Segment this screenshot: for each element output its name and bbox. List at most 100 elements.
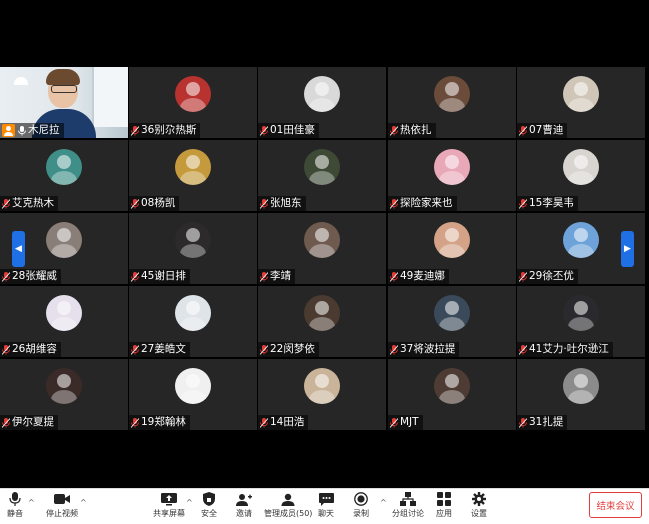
participant-tile[interactable]: 31扎提 [517, 359, 645, 430]
avatar [434, 368, 470, 404]
participant-tile[interactable]: 07曹迪 [517, 67, 645, 138]
participant-nameplate: 探险家来也 [388, 196, 457, 211]
participant-name: 22闵梦依 [270, 343, 315, 355]
muted-microphone-icon [2, 417, 10, 428]
participant-tile[interactable]: 08杨凯 [129, 140, 257, 211]
avatar [304, 368, 340, 404]
participant-tile[interactable]: 艾克热木 [0, 140, 128, 211]
muted-microphone-icon [390, 125, 398, 136]
avatar [175, 222, 211, 258]
participant-tile[interactable]: 伊尔夏提 [0, 359, 128, 430]
participant-name: 艾克热木 [12, 197, 54, 209]
host-icon [2, 124, 15, 137]
participant-tile[interactable]: 热依扎 [388, 67, 516, 138]
muted-microphone-icon [390, 344, 398, 355]
share-screen-label: 共享屏幕 [153, 509, 185, 518]
chat-button[interactable]: 聊天 [318, 492, 334, 519]
avatar [46, 368, 82, 404]
muted-microphone-icon [131, 271, 139, 282]
participant-tile[interactable]: MJT [388, 359, 516, 430]
participant-tile[interactable]: 49麦迪娜 [388, 213, 516, 284]
participant-nameplate: 张旭东 [258, 196, 306, 211]
previous-page-button[interactable]: ◀ [12, 231, 25, 267]
avatar [175, 368, 211, 404]
end-meeting-button[interactable]: 结束会议 [589, 492, 642, 518]
muted-microphone-icon [131, 125, 139, 136]
participant-name: 19郑翰林 [141, 416, 186, 428]
muted-microphone-icon [2, 271, 10, 282]
stop-video-button[interactable]: 停止视频 [46, 492, 78, 519]
record-icon [353, 492, 369, 506]
participant-nameplate: 45谢日排 [129, 269, 190, 284]
muted-microphone-icon [260, 198, 268, 209]
participant-tile[interactable]: 张旭东 [258, 140, 386, 211]
avatar [563, 295, 599, 331]
muted-microphone-icon [519, 198, 527, 209]
manage-participants-button[interactable]: 管理成员(50) [264, 492, 312, 519]
avatar [434, 76, 470, 112]
add-user-icon [236, 492, 252, 506]
participant-tile[interactable]: 14田浩 [258, 359, 386, 430]
invite-button[interactable]: 邀请 [236, 492, 252, 519]
participant-name: 15李昊韦 [529, 197, 574, 209]
participant-name: 伊尔夏提 [12, 416, 54, 428]
mute-button[interactable]: 静音 [7, 492, 23, 519]
avatar [46, 295, 82, 331]
participant-tile[interactable]: 19郑翰林 [129, 359, 257, 430]
chevron-up-icon[interactable]: ^ [380, 498, 387, 507]
participant-tile[interactable]: 01田佳豪 [258, 67, 386, 138]
muted-microphone-icon [260, 344, 268, 355]
chat-label: 聊天 [318, 509, 334, 518]
breakout-rooms-button[interactable]: 分组讨论 [392, 492, 424, 519]
participant-tile[interactable]: 41艾力·吐尔逊江 [517, 286, 645, 357]
participant-nameplate: 李靖 [258, 269, 295, 284]
avatar [563, 149, 599, 185]
avatar [175, 76, 211, 112]
participant-tile[interactable]: 22闵梦依 [258, 286, 386, 357]
participant-tile[interactable]: 探险家来也 [388, 140, 516, 211]
settings-button[interactable]: 设置 [471, 492, 487, 519]
apps-button[interactable]: 应用 [436, 492, 452, 519]
mute-label: 静音 [7, 509, 23, 518]
avatar [304, 149, 340, 185]
participant-nameplate: 07曹迪 [517, 123, 568, 138]
avatar [563, 76, 599, 112]
participant-grid: 木尼拉 36别尕热斯 01田佳豪 热依扎 07曹迪艾克热木 08杨凯 张旭东 探险家来也 15李… [0, 67, 646, 432]
participant-nameplate: 热依扎 [388, 123, 436, 138]
stop-video-label: 停止视频 [46, 509, 78, 518]
participant-tile[interactable]: 45谢日排 [129, 213, 257, 284]
apps-icon [436, 492, 452, 506]
muted-microphone-icon [390, 417, 398, 428]
participant-name: 07曹迪 [529, 124, 564, 136]
participant-nameplate: 36别尕热斯 [129, 123, 201, 138]
avatar [563, 222, 599, 258]
participant-name: 张旭东 [270, 197, 302, 209]
participant-tile[interactable]: 15李昊韦 [517, 140, 645, 211]
participant-tile[interactable]: 26胡维容 [0, 286, 128, 357]
participant-tile[interactable]: 木尼拉 [0, 67, 128, 138]
muted-microphone-icon [260, 125, 268, 136]
muted-microphone-icon [260, 417, 268, 428]
participant-tile[interactable]: 27姜皓文 [129, 286, 257, 357]
participant-name: 41艾力·吐尔逊江 [529, 343, 609, 355]
next-page-button[interactable]: ▶ [621, 231, 634, 267]
participant-tile[interactable]: 李靖 [258, 213, 386, 284]
chevron-up-icon[interactable]: ^ [80, 498, 87, 507]
participant-name: 36别尕热斯 [141, 124, 197, 136]
participant-nameplate: 29徐丕优 [517, 269, 578, 284]
muted-microphone-icon [2, 344, 10, 355]
participant-tile[interactable]: 37将波拉提 [388, 286, 516, 357]
meeting-toolbar: 静音 ^ 停止视频 ^ 共享屏幕 ^ 安全 邀请 管理成员(50) 聊天 录制 … [0, 488, 649, 524]
avatar [175, 149, 211, 185]
participant-tile[interactable]: 36别尕热斯 [129, 67, 257, 138]
record-button[interactable]: 录制 [353, 492, 369, 519]
share-screen-icon [161, 492, 177, 506]
security-button[interactable]: 安全 [201, 492, 217, 519]
chevron-up-icon[interactable]: ^ [186, 498, 193, 507]
muted-microphone-icon [260, 271, 268, 282]
manage-participants-label: 管理成员(50) [264, 509, 313, 518]
share-screen-button[interactable]: 共享屏幕 [153, 492, 185, 519]
chevron-up-icon[interactable]: ^ [28, 498, 35, 507]
participant-nameplate: 伊尔夏提 [0, 415, 58, 430]
breakout-rooms-label: 分组讨论 [392, 509, 424, 518]
